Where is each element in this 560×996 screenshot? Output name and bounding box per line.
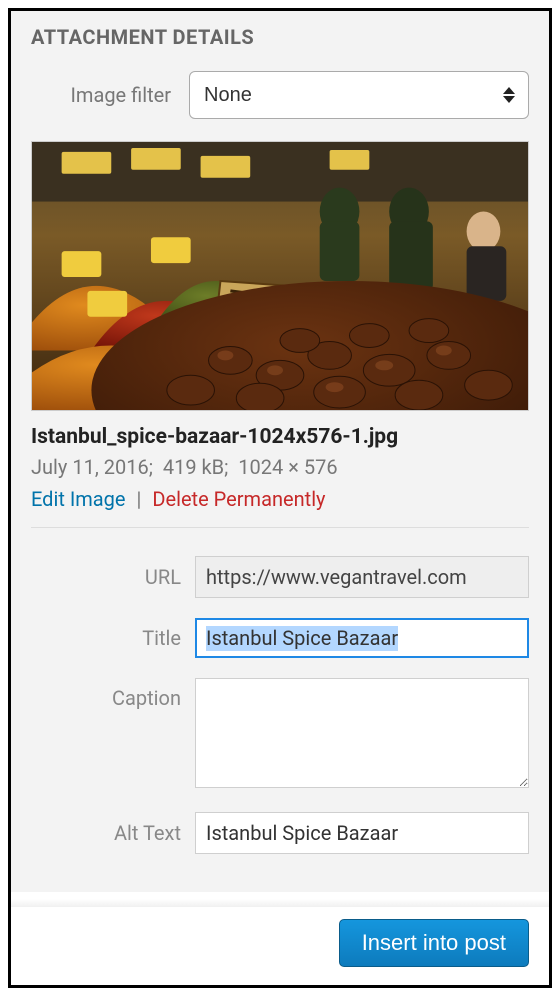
attachment-thumbnail[interactable] <box>31 141 529 411</box>
image-filter-select[interactable]: None <box>189 71 529 119</box>
title-input-value: Istanbul Spice Bazaar <box>206 626 398 651</box>
attachment-fields: URL Title Istanbul Spice Bazaar Caption <box>31 556 529 854</box>
image-filter-label: Image filter <box>31 83 171 107</box>
edit-image-link[interactable]: Edit Image <box>31 487 126 511</box>
attachment-filename: Istanbul_spice-bazaar-1024x576-1.jpg <box>31 425 529 449</box>
image-filter-row: Image filter None <box>31 71 529 119</box>
section-divider <box>31 527 529 528</box>
alt-text-input[interactable] <box>195 812 529 854</box>
attachment-details-panel: ATTACHMENT DETAILS Image filter None <box>11 11 549 892</box>
delete-permanently-link[interactable]: Delete Permanently <box>152 487 325 511</box>
title-row: Title Istanbul Spice Bazaar <box>31 618 529 658</box>
insert-into-post-button[interactable]: Insert into post <box>339 919 529 967</box>
alt-text-label: Alt Text <box>31 821 181 845</box>
url-row: URL <box>31 556 529 598</box>
attachment-actions: Edit Image | Delete Permanently <box>31 487 529 511</box>
attachment-date: July 11, 2016 <box>31 455 149 479</box>
title-input[interactable]: Istanbul Spice Bazaar <box>195 618 529 658</box>
footer-bar: Insert into post <box>11 907 549 985</box>
url-label: URL <box>31 565 181 589</box>
actions-divider: | <box>137 487 142 511</box>
attachment-size: 419 kB <box>163 455 224 479</box>
panel-title: ATTACHMENT DETAILS <box>31 25 529 49</box>
alt-text-row: Alt Text <box>31 812 529 854</box>
attachment-meta: July 11, 2016; 419 kB; 1024 × 576 <box>31 455 529 479</box>
attachment-dimensions: 1024 × 576 <box>238 455 337 479</box>
image-filter-select-wrap: None <box>189 71 529 119</box>
attachment-details-frame: ATTACHMENT DETAILS Image filter None <box>8 8 552 988</box>
caption-row: Caption <box>31 678 529 792</box>
caption-label: Caption <box>31 678 181 710</box>
title-label: Title <box>31 626 181 650</box>
thumbnail-placeholder-svg <box>32 142 528 410</box>
url-input[interactable] <box>195 556 529 598</box>
caption-textarea[interactable] <box>195 678 529 788</box>
